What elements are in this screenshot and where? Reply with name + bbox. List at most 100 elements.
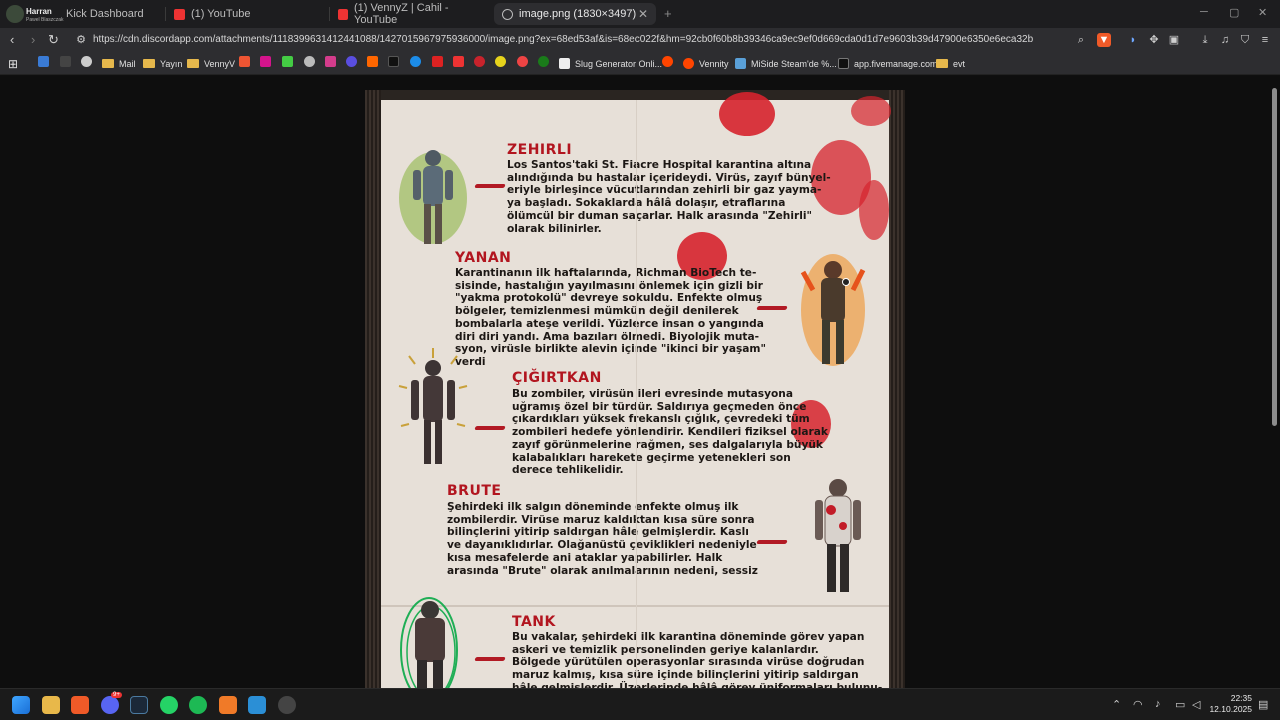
volume-icon[interactable]: ◁ <box>1192 698 1200 711</box>
close-tab-icon[interactable]: ✕ <box>638 7 648 21</box>
folder-icon <box>936 59 948 68</box>
reload-icon[interactable]: ↻ <box>48 32 59 48</box>
image-viewport[interactable]: ZEHIRLI Los Santos'taki St. Fiacre Hospi… <box>0 76 1280 688</box>
site-info-icon[interactable]: ⚙ <box>74 33 88 47</box>
music-icon[interactable]: ♫ <box>1218 33 1232 47</box>
blood-splatter <box>719 92 775 136</box>
wallet-icon[interactable]: ◗ <box>1126 33 1140 47</box>
tab-vennyz[interactable]: (1) VennyZ | Cahil - YouTube <box>330 2 490 26</box>
vpn-icon[interactable]: ⛉ <box>1238 33 1252 47</box>
folder-icon <box>143 59 155 68</box>
bookmark-icon[interactable] <box>325 56 336 67</box>
back-icon[interactable]: ‹ <box>10 32 14 47</box>
show-hidden-icons[interactable]: ⌃ <box>1112 698 1121 711</box>
reddit-icon[interactable] <box>662 56 673 67</box>
steam-icon <box>735 58 746 69</box>
menu-icon[interactable]: ≡ <box>1258 33 1272 47</box>
bookmark-icon[interactable] <box>260 56 271 67</box>
bookmark-icon[interactable] <box>282 56 293 67</box>
bookmark-vennity[interactable]: Vennity <box>683 56 729 71</box>
mouse-cursor <box>842 278 850 286</box>
brave-icon[interactable] <box>71 696 89 714</box>
title-dash <box>474 657 506 661</box>
windows-start-icon[interactable] <box>12 696 30 714</box>
app-icon[interactable] <box>278 696 296 714</box>
entry-title-zehirli: ZEHIRLI <box>507 142 573 158</box>
bookmark-icon[interactable] <box>410 56 421 67</box>
entry-text-cigirtkan: Bu zombiler, virüsün ileri evresinde mut… <box>512 388 828 477</box>
bookmark-icon[interactable] <box>60 56 71 67</box>
brute-zombie-figure <box>815 479 861 592</box>
bookmark-mail[interactable]: Mail <box>102 56 136 71</box>
maximize-button[interactable]: ▢ <box>1229 6 1239 19</box>
folder-icon <box>102 59 114 68</box>
bookmark-slug-generator[interactable]: Slug Generator Onli... <box>559 56 662 71</box>
steam-icon[interactable] <box>130 696 148 714</box>
bookmark-icon[interactable] <box>517 56 528 67</box>
new-tab-button[interactable]: + <box>664 6 672 21</box>
tab-youtube[interactable]: (1) YouTube <box>166 3 326 25</box>
system-clock[interactable]: 22:35 12.10.2025 <box>1209 693 1252 715</box>
pinterest-icon[interactable] <box>474 56 485 67</box>
file-explorer-icon[interactable] <box>42 696 60 714</box>
bookmark-icon[interactable] <box>239 56 250 67</box>
bookmark-icon[interactable] <box>38 56 49 67</box>
tab-vennyz-label: (1) VennyZ | Cahil - YouTube <box>354 2 449 26</box>
tab-kick-dashboard[interactable]: Kick Dashboard <box>50 3 162 25</box>
microphone-icon[interactable]: ♪ <box>1155 698 1161 710</box>
tab-strip: Harran Pawel Blaszczak Kick Dashboard (1… <box>0 0 1280 28</box>
sidebar-icon[interactable]: ▣ <box>1167 33 1181 47</box>
headset-icon[interactable]: ◠ <box>1133 698 1143 711</box>
screamer-zombie-figure <box>398 348 468 464</box>
youtube-icon <box>174 8 185 20</box>
bookmarks-bar: ⊞ Mail Yayın VennyV Slug Generator Onli.… <box>0 52 1280 75</box>
bookmark-evt[interactable]: evt <box>936 56 965 71</box>
bookmark-miside[interactable]: MiSide Steam'de %... <box>735 56 837 71</box>
profile-avatar[interactable] <box>6 5 24 23</box>
bookmark-icon[interactable] <box>304 56 315 67</box>
bookmark-icon[interactable] <box>81 56 92 67</box>
bookmark-icon[interactable] <box>346 56 357 67</box>
zombie-poster-image: ZEHIRLI Los Santos'taki St. Fiacre Hospi… <box>365 90 905 688</box>
tab-youtube-label: (1) YouTube <box>191 8 251 20</box>
bookmark-label: Mail <box>119 58 136 69</box>
bookmark-icon[interactable] <box>495 56 506 67</box>
bookmark-icon[interactable] <box>367 56 378 67</box>
address-toolbar: ‹ › ↻ ⚙ https://cdn.discordapp.com/attac… <box>0 28 1280 52</box>
forward-icon[interactable]: › <box>31 32 35 47</box>
discord-icon[interactable] <box>101 696 119 714</box>
network-icon[interactable]: ▭ <box>1175 698 1185 711</box>
poison-zombie-figure <box>399 150 467 244</box>
overlay-title: Harran <box>26 7 52 16</box>
address-bar[interactable]: https://cdn.discordapp.com/attachments/1… <box>93 34 1033 45</box>
bookmark-yayin[interactable]: Yayın <box>143 56 182 71</box>
bookmark-vennyv[interactable]: VennyV <box>187 56 235 71</box>
entry-title-yanan: YANAN <box>455 250 512 266</box>
close-window-button[interactable]: ✕ <box>1258 6 1267 19</box>
title-dash <box>474 426 506 430</box>
app-icon[interactable] <box>219 696 237 714</box>
minimize-button[interactable]: ─ <box>1200 6 1208 18</box>
app-icon[interactable] <box>248 696 266 714</box>
bookmark-label: Vennity <box>699 58 729 69</box>
youtube-icon[interactable] <box>453 56 464 67</box>
tab-image[interactable]: image.png (1830×3497) ✕ <box>494 3 656 25</box>
brave-shield-icon[interactable]: ▼ <box>1097 33 1111 47</box>
clock-date: 12.10.2025 <box>1209 704 1252 714</box>
bookmark-icon[interactable] <box>432 56 443 67</box>
bookmark-fivemanage[interactable]: app.fivemanage.com <box>838 56 938 71</box>
apps-icon[interactable]: ⊞ <box>8 56 18 71</box>
x-icon[interactable] <box>388 56 399 67</box>
zoom-icon[interactable]: ⌕ <box>1074 33 1088 47</box>
extensions-icon[interactable]: ✥ <box>1147 33 1161 47</box>
spotify-icon[interactable] <box>189 696 207 714</box>
clock-time: 22:35 <box>1230 693 1252 703</box>
reddit-icon <box>683 58 694 69</box>
vertical-scrollbar[interactable] <box>1272 88 1277 426</box>
xbox-icon[interactable] <box>538 56 549 67</box>
download-icon[interactable]: ⤓ <box>1198 33 1212 47</box>
notification-icon[interactable]: ▤ <box>1258 698 1268 711</box>
entry-title-tank: TANK <box>512 614 556 630</box>
globe-icon <box>502 8 513 20</box>
whatsapp-icon[interactable] <box>160 696 178 714</box>
